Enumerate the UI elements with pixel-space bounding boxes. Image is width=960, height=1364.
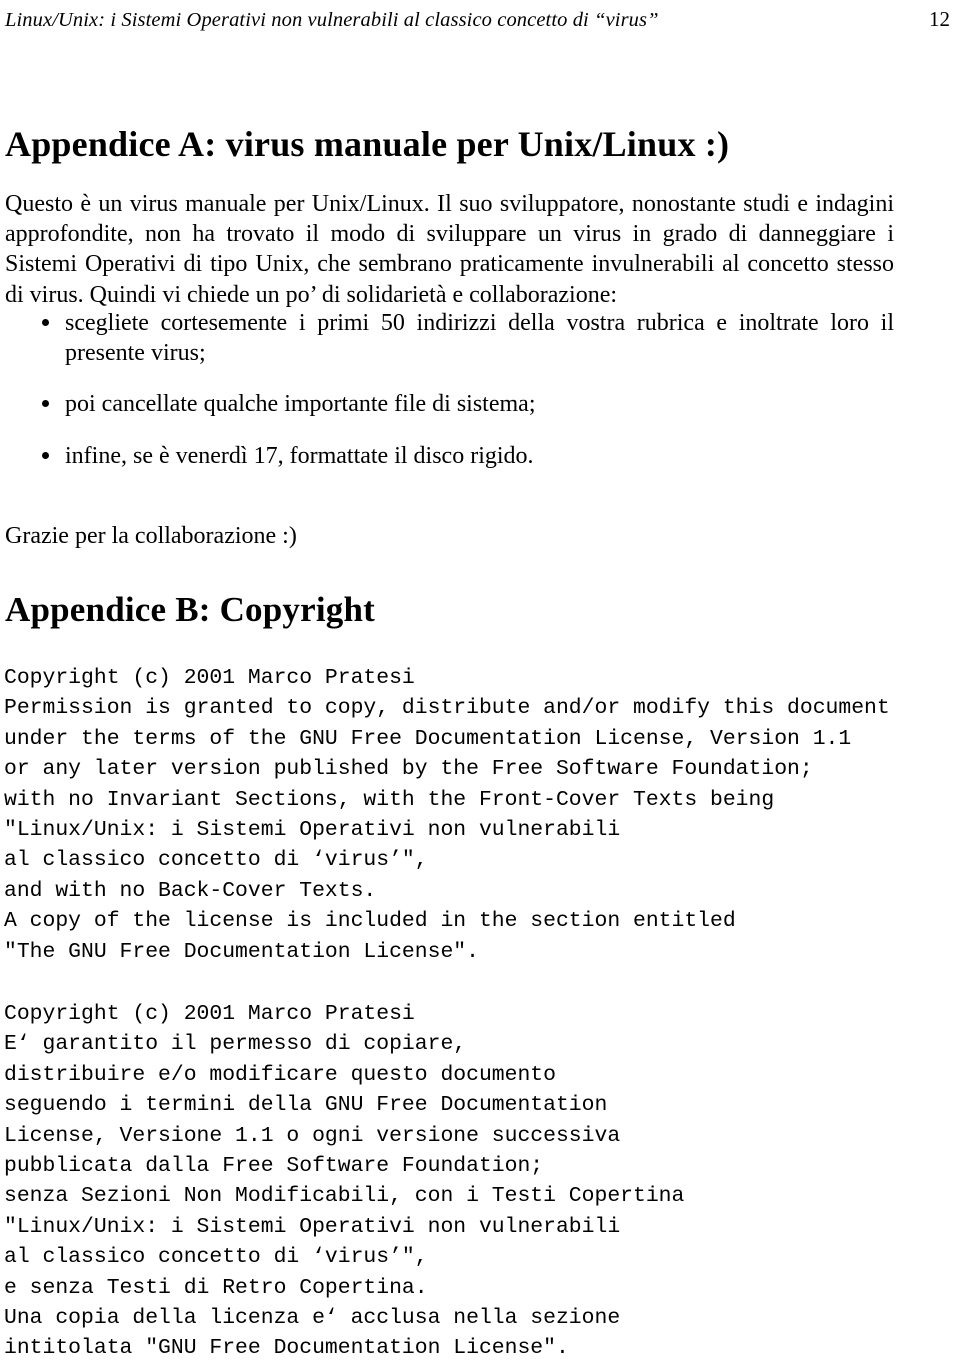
license-line: seguendo i termini della GNU Free Docume… — [4, 1093, 608, 1118]
list-item-label: scegliete cortesemente i primi 50 indiri… — [65, 310, 894, 367]
bullet-dot-icon — [42, 319, 49, 326]
license-line: A copy of the license is included in the… — [4, 909, 736, 934]
license-line: al classico concetto di ‘virus’", — [4, 848, 428, 873]
license-line: Copyright (c) 2001 Marco Pratesi — [4, 666, 415, 690]
license-line: and with no Back-Cover Texts. — [4, 878, 377, 903]
license-line: with no Invariant Sections, with the Fro… — [4, 787, 775, 812]
list-item: infine, se è venerdì 17, formattate il d… — [0, 441, 894, 471]
bullet-dot-icon — [42, 451, 49, 459]
license-line: License, Versione 1.1 o ogni versione su… — [4, 1123, 621, 1148]
license-line: pubblicata dalla Free Software Foundatio… — [4, 1153, 544, 1178]
license-line: e senza Testi di Retro Copertina. — [4, 1275, 428, 1300]
license-line: distribuire e/o modificare questo docume… — [4, 1062, 556, 1087]
license-block-english: Copyright (c) 2001 Marco Pratesi Permissi… — [4, 663, 890, 967]
appendix-a-heading: Appendice A: virus manuale per Unix/Linu… — [5, 124, 730, 165]
appendix-a-intro-paragraph: Questo è un virus manuale per Unix/Linux… — [5, 191, 894, 308]
license-line: Copyright (c) 2001 Marco Pratesi — [4, 1002, 415, 1026]
list-item-label: poi cancellate qualche importante file d… — [65, 391, 536, 418]
license-line: "Linux/Unix: i Sistemi Operativi non vul… — [4, 1214, 621, 1239]
page-number: 12 — [929, 7, 950, 31]
bullet-dot-icon — [42, 400, 49, 408]
list-item: scegliete cortesemente i primi 50 indiri… — [0, 308, 894, 368]
license-line: Una copia della licenza e‘ acclusa nella… — [4, 1305, 621, 1330]
thanks-paragraph: Grazie per la collaborazione :) — [5, 523, 297, 549]
license-line: under the terms of the GNU Free Document… — [4, 726, 852, 751]
list-item: poi cancellate qualche importante file d… — [0, 389, 894, 419]
license-line: E‘ garantito il permesso di copiare, — [4, 1032, 467, 1057]
appendix-b-heading: Appendice B: Copyright — [5, 590, 375, 630]
license-line: "The GNU Free Documentation License". — [4, 939, 479, 964]
license-line: al classico concetto di ‘virus’", — [4, 1245, 428, 1270]
license-line: Permission is granted to copy, distribut… — [4, 696, 890, 721]
license-line: senza Sezioni Non Modificabili, con i Te… — [4, 1184, 685, 1209]
license-line: or any later version published by the Fr… — [4, 757, 813, 782]
virus-instruction-list: scegliete cortesemente i primi 50 indiri… — [0, 308, 894, 471]
document-page: Linux/Unix: i Sistemi Operativi non vuln… — [0, 0, 960, 1361]
running-header: Linux/Unix: i Sistemi Operativi non vuln… — [5, 6, 950, 33]
list-item-label: infine, se è venerdì 17, formattate il d… — [65, 442, 534, 469]
license-line: "Linux/Unix: i Sistemi Operativi non vul… — [4, 817, 621, 842]
running-header-title: Linux/Unix: i Sistemi Operativi non vuln… — [5, 9, 659, 31]
license-line: intitolata "GNU Free Documentation Licen… — [4, 1336, 569, 1361]
license-block-italian: Copyright (c) 2001 Marco Pratesi E‘ garan… — [4, 999, 684, 1364]
